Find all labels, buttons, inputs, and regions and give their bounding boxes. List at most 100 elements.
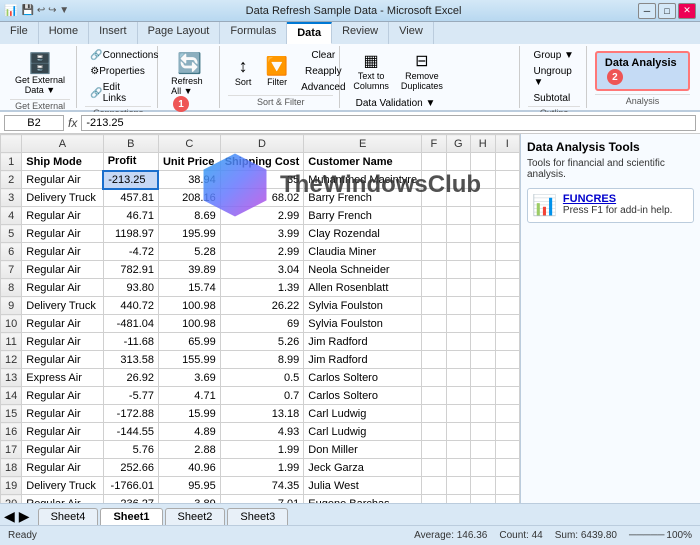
table-cell-empty[interactable] <box>495 441 520 459</box>
table-cell[interactable]: 5.26 <box>220 333 304 351</box>
sheet-tab-sheet4[interactable]: Sheet4 <box>38 508 99 525</box>
table-cell[interactable]: Regular Air <box>22 495 103 504</box>
table-cell[interactable]: Claudia Miner <box>304 243 422 261</box>
table-cell[interactable]: 0.5 <box>220 369 304 387</box>
table-cell[interactable]: Muhammed Macintyre <box>304 171 422 189</box>
data-validation-button[interactable]: Data Validation ▼ <box>348 96 442 111</box>
tab-review[interactable]: Review <box>332 22 389 44</box>
table-cell-empty[interactable] <box>422 477 446 495</box>
table-cell[interactable]: Regular Air <box>22 225 103 243</box>
table-cell-empty[interactable] <box>471 477 495 495</box>
table-cell-empty[interactable] <box>471 495 495 504</box>
table-cell[interactable]: Delivery Truck <box>22 189 103 207</box>
table-cell[interactable]: -144.55 <box>103 423 158 441</box>
table-cell[interactable]: 1.99 <box>220 441 304 459</box>
table-cell-empty[interactable] <box>471 261 495 279</box>
table-cell[interactable]: 208.16 <box>158 189 220 207</box>
tab-file[interactable]: File <box>0 22 39 44</box>
table-cell-empty[interactable] <box>446 243 470 261</box>
table-cell-empty[interactable] <box>495 189 520 207</box>
table-cell-empty[interactable] <box>422 297 446 315</box>
table-cell-empty[interactable] <box>422 423 446 441</box>
table-cell-empty[interactable] <box>446 387 470 405</box>
table-cell-empty[interactable] <box>422 261 446 279</box>
table-cell[interactable]: Regular Air <box>22 405 103 423</box>
col-header-h[interactable]: H <box>471 135 495 153</box>
table-cell[interactable]: -236.27 <box>103 495 158 504</box>
table-cell[interactable]: Jeck Garza <box>304 459 422 477</box>
table-cell[interactable]: 8.99 <box>220 351 304 369</box>
tab-home[interactable]: Home <box>39 22 89 44</box>
table-cell-empty[interactable] <box>446 261 470 279</box>
table-cell[interactable]: 2.88 <box>158 441 220 459</box>
table-cell-empty[interactable] <box>422 369 446 387</box>
table-cell-empty[interactable] <box>446 477 470 495</box>
table-cell-empty[interactable] <box>422 495 446 504</box>
table-cell-empty[interactable] <box>471 189 495 207</box>
col-header-a[interactable]: A <box>22 135 103 153</box>
table-cell[interactable]: Regular Air <box>22 441 103 459</box>
table-cell-empty[interactable] <box>471 387 495 405</box>
table-cell[interactable]: 26.92 <box>103 369 158 387</box>
funcres-link[interactable]: FUNCRES <box>563 193 673 205</box>
table-cell[interactable]: 5.76 <box>103 441 158 459</box>
subtotal-button[interactable]: Subtotal <box>528 91 575 106</box>
table-cell[interactable]: 782.91 <box>103 261 158 279</box>
table-cell-empty[interactable] <box>495 351 520 369</box>
table-cell[interactable]: Jim Radford <box>304 333 422 351</box>
table-cell-empty[interactable] <box>471 423 495 441</box>
col-header-e[interactable]: E <box>304 135 422 153</box>
table-cell[interactable]: Carlos Soltero <box>304 387 422 405</box>
table-cell[interactable]: 65.99 <box>158 333 220 351</box>
table-cell[interactable]: -11.68 <box>103 333 158 351</box>
table-cell[interactable]: Customer Name <box>304 153 422 171</box>
table-cell[interactable]: Jim Radford <box>304 351 422 369</box>
table-cell[interactable]: Regular Air <box>22 243 103 261</box>
table-cell-empty[interactable] <box>471 207 495 225</box>
sheet-nav-right[interactable]: ▶ <box>19 508 30 525</box>
table-cell[interactable]: 440.72 <box>103 297 158 315</box>
table-cell-empty[interactable] <box>422 225 446 243</box>
table-cell[interactable]: 313.58 <box>103 351 158 369</box>
table-cell-empty[interactable] <box>471 171 495 189</box>
refresh-all-button[interactable]: 🔄 RefreshAll ▼ 1 <box>166 48 213 115</box>
table-cell-empty[interactable] <box>495 243 520 261</box>
table-cell-empty[interactable] <box>446 459 470 477</box>
table-cell[interactable]: 93.80 <box>103 279 158 297</box>
table-cell[interactable]: 7.01 <box>220 495 304 504</box>
table-cell-empty[interactable] <box>495 279 520 297</box>
table-cell-empty[interactable] <box>422 441 446 459</box>
table-cell-empty[interactable] <box>422 243 446 261</box>
table-cell-empty[interactable] <box>446 333 470 351</box>
table-cell[interactable]: 95.95 <box>158 477 220 495</box>
table-cell[interactable]: 2.99 <box>220 207 304 225</box>
table-cell-empty[interactable] <box>422 459 446 477</box>
table-cell[interactable]: -172.88 <box>103 405 158 423</box>
table-cell-empty[interactable] <box>495 369 520 387</box>
table-cell[interactable]: 1198.97 <box>103 225 158 243</box>
table-cell[interactable]: Express Air <box>22 369 103 387</box>
table-cell[interactable]: 4.93 <box>220 423 304 441</box>
col-header-g[interactable]: G <box>446 135 470 153</box>
col-header-f[interactable]: F <box>422 135 446 153</box>
table-cell-empty[interactable] <box>422 279 446 297</box>
table-cell-empty[interactable] <box>446 171 470 189</box>
table-cell[interactable]: 40.96 <box>158 459 220 477</box>
table-cell[interactable]: Regular Air <box>22 423 103 441</box>
tab-data[interactable]: Data <box>287 22 332 44</box>
table-cell-empty[interactable] <box>422 405 446 423</box>
table-cell-empty[interactable] <box>422 171 446 189</box>
cell-reference-input[interactable] <box>4 115 64 131</box>
table-cell[interactable]: Regular Air <box>22 171 103 189</box>
table-cell[interactable]: 39.89 <box>158 261 220 279</box>
table-cell[interactable]: 4.71 <box>158 387 220 405</box>
table-cell[interactable]: 8.69 <box>158 207 220 225</box>
table-cell[interactable]: 26.22 <box>220 297 304 315</box>
table-cell-empty[interactable] <box>446 369 470 387</box>
table-cell-empty[interactable] <box>495 261 520 279</box>
table-cell[interactable]: Barry French <box>304 189 422 207</box>
spreadsheet-area[interactable]: A B C D E F G H I 1Ship ModeProfitUnit P… <box>0 134 520 503</box>
formula-input[interactable] <box>81 115 696 131</box>
table-cell-empty[interactable] <box>446 297 470 315</box>
table-cell-empty[interactable] <box>471 243 495 261</box>
